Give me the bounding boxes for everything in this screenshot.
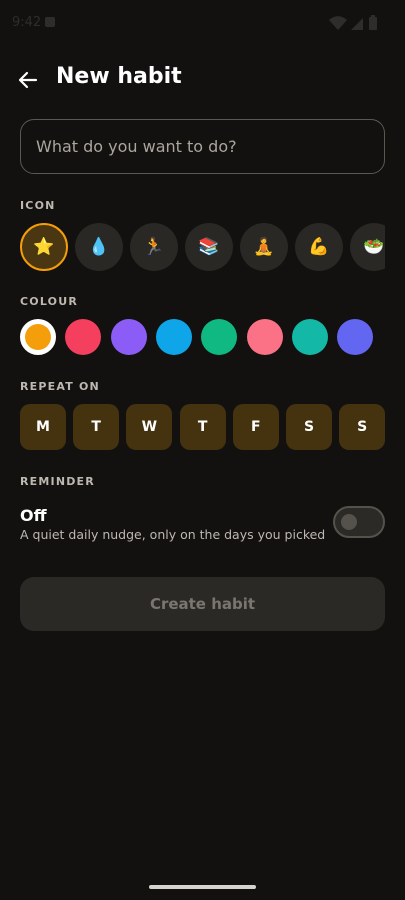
books-icon: 📚 bbox=[198, 237, 220, 257]
status-bar: 9:42 bbox=[0, 0, 405, 48]
create-habit-button[interactable]: Create habit bbox=[20, 577, 385, 631]
wifi-icon bbox=[329, 16, 347, 30]
habit-name-input[interactable] bbox=[20, 119, 385, 174]
day-toggle[interactable]: T bbox=[73, 404, 120, 450]
day-toggle[interactable]: W bbox=[126, 404, 173, 450]
water-drop-icon: 💧 bbox=[88, 237, 110, 257]
new-habit-screen: 9:42 New habit ICON ⭐ 💧 🏃 📚 🧘 💪 🥗 COLOUR REPEA… bbox=[0, 0, 405, 900]
status-icons bbox=[329, 15, 377, 30]
day-toggle[interactable]: M bbox=[20, 404, 66, 450]
icon-option-salad[interactable]: 🥗 bbox=[350, 223, 385, 271]
colour-swatch[interactable] bbox=[201, 319, 238, 355]
salad-icon: 🥗 bbox=[363, 237, 385, 257]
icon-picker: ⭐ 💧 🏃 📚 🧘 💪 🥗 bbox=[20, 223, 385, 271]
home-indicator[interactable] bbox=[149, 885, 256, 889]
colour-swatch[interactable] bbox=[110, 319, 147, 355]
icon-option-star[interactable]: ⭐ bbox=[20, 223, 68, 271]
meditation-icon: 🧘 bbox=[253, 237, 275, 257]
icon-option-books[interactable]: 📚 bbox=[185, 223, 233, 271]
day-toggle[interactable]: S bbox=[286, 404, 332, 450]
day-toggle[interactable]: F bbox=[232, 404, 279, 450]
arrow-left-icon bbox=[18, 71, 38, 89]
colour-swatch[interactable] bbox=[291, 319, 328, 355]
colour-swatch[interactable] bbox=[20, 319, 56, 355]
status-time: 9:42 bbox=[12, 15, 42, 30]
icon-option-meditation[interactable]: 🧘 bbox=[240, 223, 288, 271]
battery-icon bbox=[369, 15, 377, 30]
day-toggle[interactable]: T bbox=[179, 404, 226, 450]
back-button[interactable] bbox=[14, 66, 42, 94]
notification-icon bbox=[45, 17, 55, 27]
icon-option-flexed-biceps[interactable]: 💪 bbox=[295, 223, 343, 271]
toggle-knob bbox=[341, 514, 357, 530]
colour-swatch[interactable] bbox=[337, 319, 374, 355]
icon-option-runner[interactable]: 🏃 bbox=[130, 223, 178, 271]
colour-swatch[interactable] bbox=[155, 319, 192, 355]
runner-icon: 🏃 bbox=[143, 237, 165, 257]
reminder-toggle[interactable] bbox=[333, 506, 385, 538]
repeat-section-label: REPEAT ON bbox=[20, 380, 100, 393]
icon-option-water-drop[interactable]: 💧 bbox=[75, 223, 123, 271]
colour-swatch[interactable] bbox=[65, 319, 102, 355]
colour-section-label: COLOUR bbox=[20, 295, 78, 308]
reminder-state: Off bbox=[20, 506, 47, 525]
day-toggle[interactable]: S bbox=[339, 404, 386, 450]
reminder-section-label: REMINDER bbox=[20, 475, 95, 488]
page-title: New habit bbox=[56, 64, 182, 89]
colour-swatch-fill bbox=[25, 324, 51, 350]
reminder-description: A quiet daily nudge, only on the days yo… bbox=[20, 527, 326, 542]
colour-swatch[interactable] bbox=[246, 319, 283, 355]
star-icon: ⭐ bbox=[33, 237, 55, 257]
signal-icon bbox=[351, 18, 363, 30]
flexed-biceps-icon: 💪 bbox=[308, 237, 330, 257]
icon-section-label: ICON bbox=[20, 199, 56, 212]
